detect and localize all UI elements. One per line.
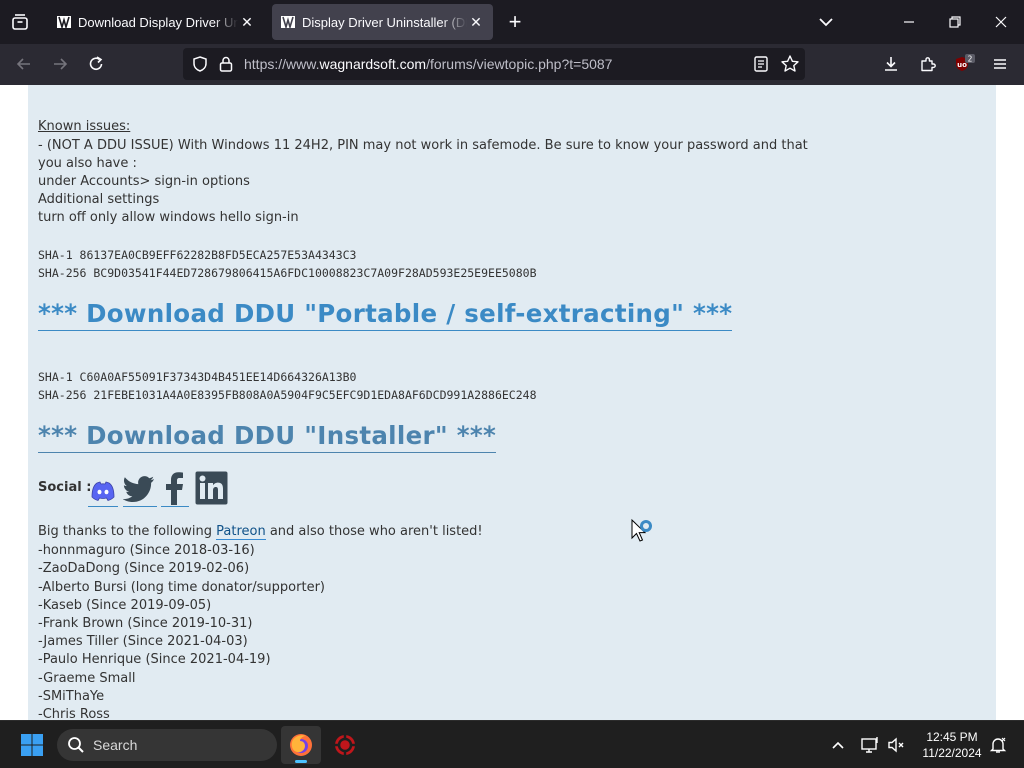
tab-strip: Download Display Driver Uninst ✕ Display… [0, 0, 1024, 44]
download-installer-link[interactable]: *** Download DDU "Installer" *** [38, 421, 497, 453]
new-tab-icon[interactable]: + [503, 9, 527, 34]
supporter-item: -SMiThaYe [38, 689, 105, 704]
lock-icon[interactable] [218, 55, 234, 78]
tab-list-icon[interactable] [8, 10, 32, 34]
known-issue-line: turn off only allow windows hello sign-i… [38, 210, 299, 225]
extensions-puzzle-icon[interactable] [914, 50, 942, 78]
supporter-item: -Chris Ross [38, 707, 110, 720]
minimize-icon[interactable] [895, 8, 923, 36]
notification-bell-icon[interactable] [986, 726, 1010, 764]
downloads-icon[interactable] [877, 50, 905, 78]
download-portable-link[interactable]: *** Download DDU "Portable / self-extrac… [38, 299, 733, 331]
tab-download-ddu[interactable]: Download Display Driver Uninst ✕ [48, 4, 264, 40]
ublock-origin-icon[interactable]: uo 2 [950, 50, 978, 78]
thanks-line: Big thanks to the following Patreon and … [38, 524, 483, 540]
chevron-down-icon[interactable] [814, 10, 838, 34]
sha1-hash-installer: SHA-1 C60A0AF55091F37343D4B451EE14D66432… [38, 370, 357, 384]
supporter-item: -James Tiller (Since 2021-04-03) [38, 634, 248, 649]
search-icon [67, 736, 85, 754]
social-links [88, 471, 238, 507]
hamburger-menu-icon[interactable] [986, 50, 1014, 78]
tab-ddu-forum[interactable]: Display Driver Uninstaller (DDU) ✕ [272, 4, 493, 40]
supporter-item: -Graeme Small [38, 671, 136, 686]
navigation-toolbar: https://www.wagnardsoft.com/forums/viewt… [0, 44, 1024, 85]
busy-cursor-icon [631, 518, 657, 553]
reader-view-icon[interactable] [752, 55, 770, 78]
back-arrow-icon[interactable] [10, 50, 38, 78]
reload-icon[interactable] [82, 50, 110, 78]
volume-muted-icon[interactable] [884, 726, 908, 764]
patreon-link[interactable]: Patreon [216, 524, 266, 540]
network-icon[interactable] [858, 726, 882, 764]
supporter-item: -ZaoDaDong (Since 2019-02-06) [38, 561, 250, 576]
clock-date: 11/22/2024 [922, 746, 982, 760]
url-text[interactable]: https://www.wagnardsoft.com/forums/viewt… [244, 56, 612, 72]
wagnardsoft-favicon-icon [56, 14, 72, 30]
supporter-item: -Paulo Henrique (Since 2021-04-19) [38, 652, 271, 667]
social-label: Social : [38, 480, 92, 495]
sha1-hash-portable: SHA-1 86137EA0CB9EFF62282B8FD5ECA257E53A… [38, 248, 357, 262]
taskbar-search-box[interactable]: Search [57, 729, 277, 761]
clock-time: 12:45 PM [926, 730, 978, 744]
tab-title: Download Display Driver Uninst [78, 14, 238, 30]
known-issue-line: you also have : [38, 156, 137, 171]
close-tab-icon[interactable]: ✕ [238, 13, 256, 31]
supporter-item: -Frank Brown (Since 2019-10-31) [38, 616, 253, 631]
firefox-taskbar-icon[interactable] [281, 726, 321, 764]
known-issue-line: - (NOT A DDU ISSUE) With Windows 11 24H2… [38, 138, 808, 153]
wagnardsoft-favicon-icon [280, 14, 296, 30]
facebook-icon[interactable] [161, 471, 189, 507]
close-tab-icon[interactable]: ✕ [467, 13, 485, 31]
linkedin-icon[interactable] [195, 471, 228, 507]
tab-title: Display Driver Uninstaller (DDU) [302, 14, 467, 30]
extension-badge-count: 2 [968, 54, 973, 63]
windows-start-icon[interactable] [12, 726, 52, 764]
supporter-item: -honnmaguro (Since 2018-03-16) [38, 543, 255, 558]
supporter-item: -Alberto Bursi (long time donator/suppor… [38, 580, 325, 595]
chevron-up-icon[interactable] [818, 726, 858, 764]
known-issue-line: under Accounts> sign-in options [38, 174, 250, 189]
search-placeholder: Search [93, 737, 138, 753]
system-clock[interactable]: 12:45 PM 11/22/2024 [918, 729, 986, 761]
address-bar[interactable]: https://www.wagnardsoft.com/forums/viewt… [183, 48, 805, 80]
twitter-icon[interactable] [122, 471, 157, 507]
restore-icon[interactable] [941, 8, 969, 36]
supporter-item: -Kaseb (Since 2019-09-05) [38, 598, 212, 613]
ddu-app-icon[interactable] [325, 726, 365, 764]
tracking-protection-shield-icon[interactable] [191, 55, 209, 78]
discord-icon[interactable] [88, 477, 118, 507]
sha256-hash-portable: SHA-256 BC9D03541F44ED728679806415A6FDC1… [38, 266, 537, 280]
bookmark-star-icon[interactable] [780, 54, 800, 79]
sha256-hash-installer: SHA-256 21FEBE1031A4A0E8395FB808A0A5904F… [38, 388, 537, 402]
close-window-icon[interactable] [987, 8, 1015, 36]
windows-taskbar: Search 12:45 PM 11/22/2024 [0, 720, 1024, 768]
known-issues-heading: Known issues: [38, 119, 131, 134]
forward-arrow-icon[interactable] [46, 50, 74, 78]
known-issue-line: Additional settings [38, 192, 160, 207]
page-viewport[interactable]: Known issues: - (NOT A DDU ISSUE) With W… [0, 85, 1024, 720]
